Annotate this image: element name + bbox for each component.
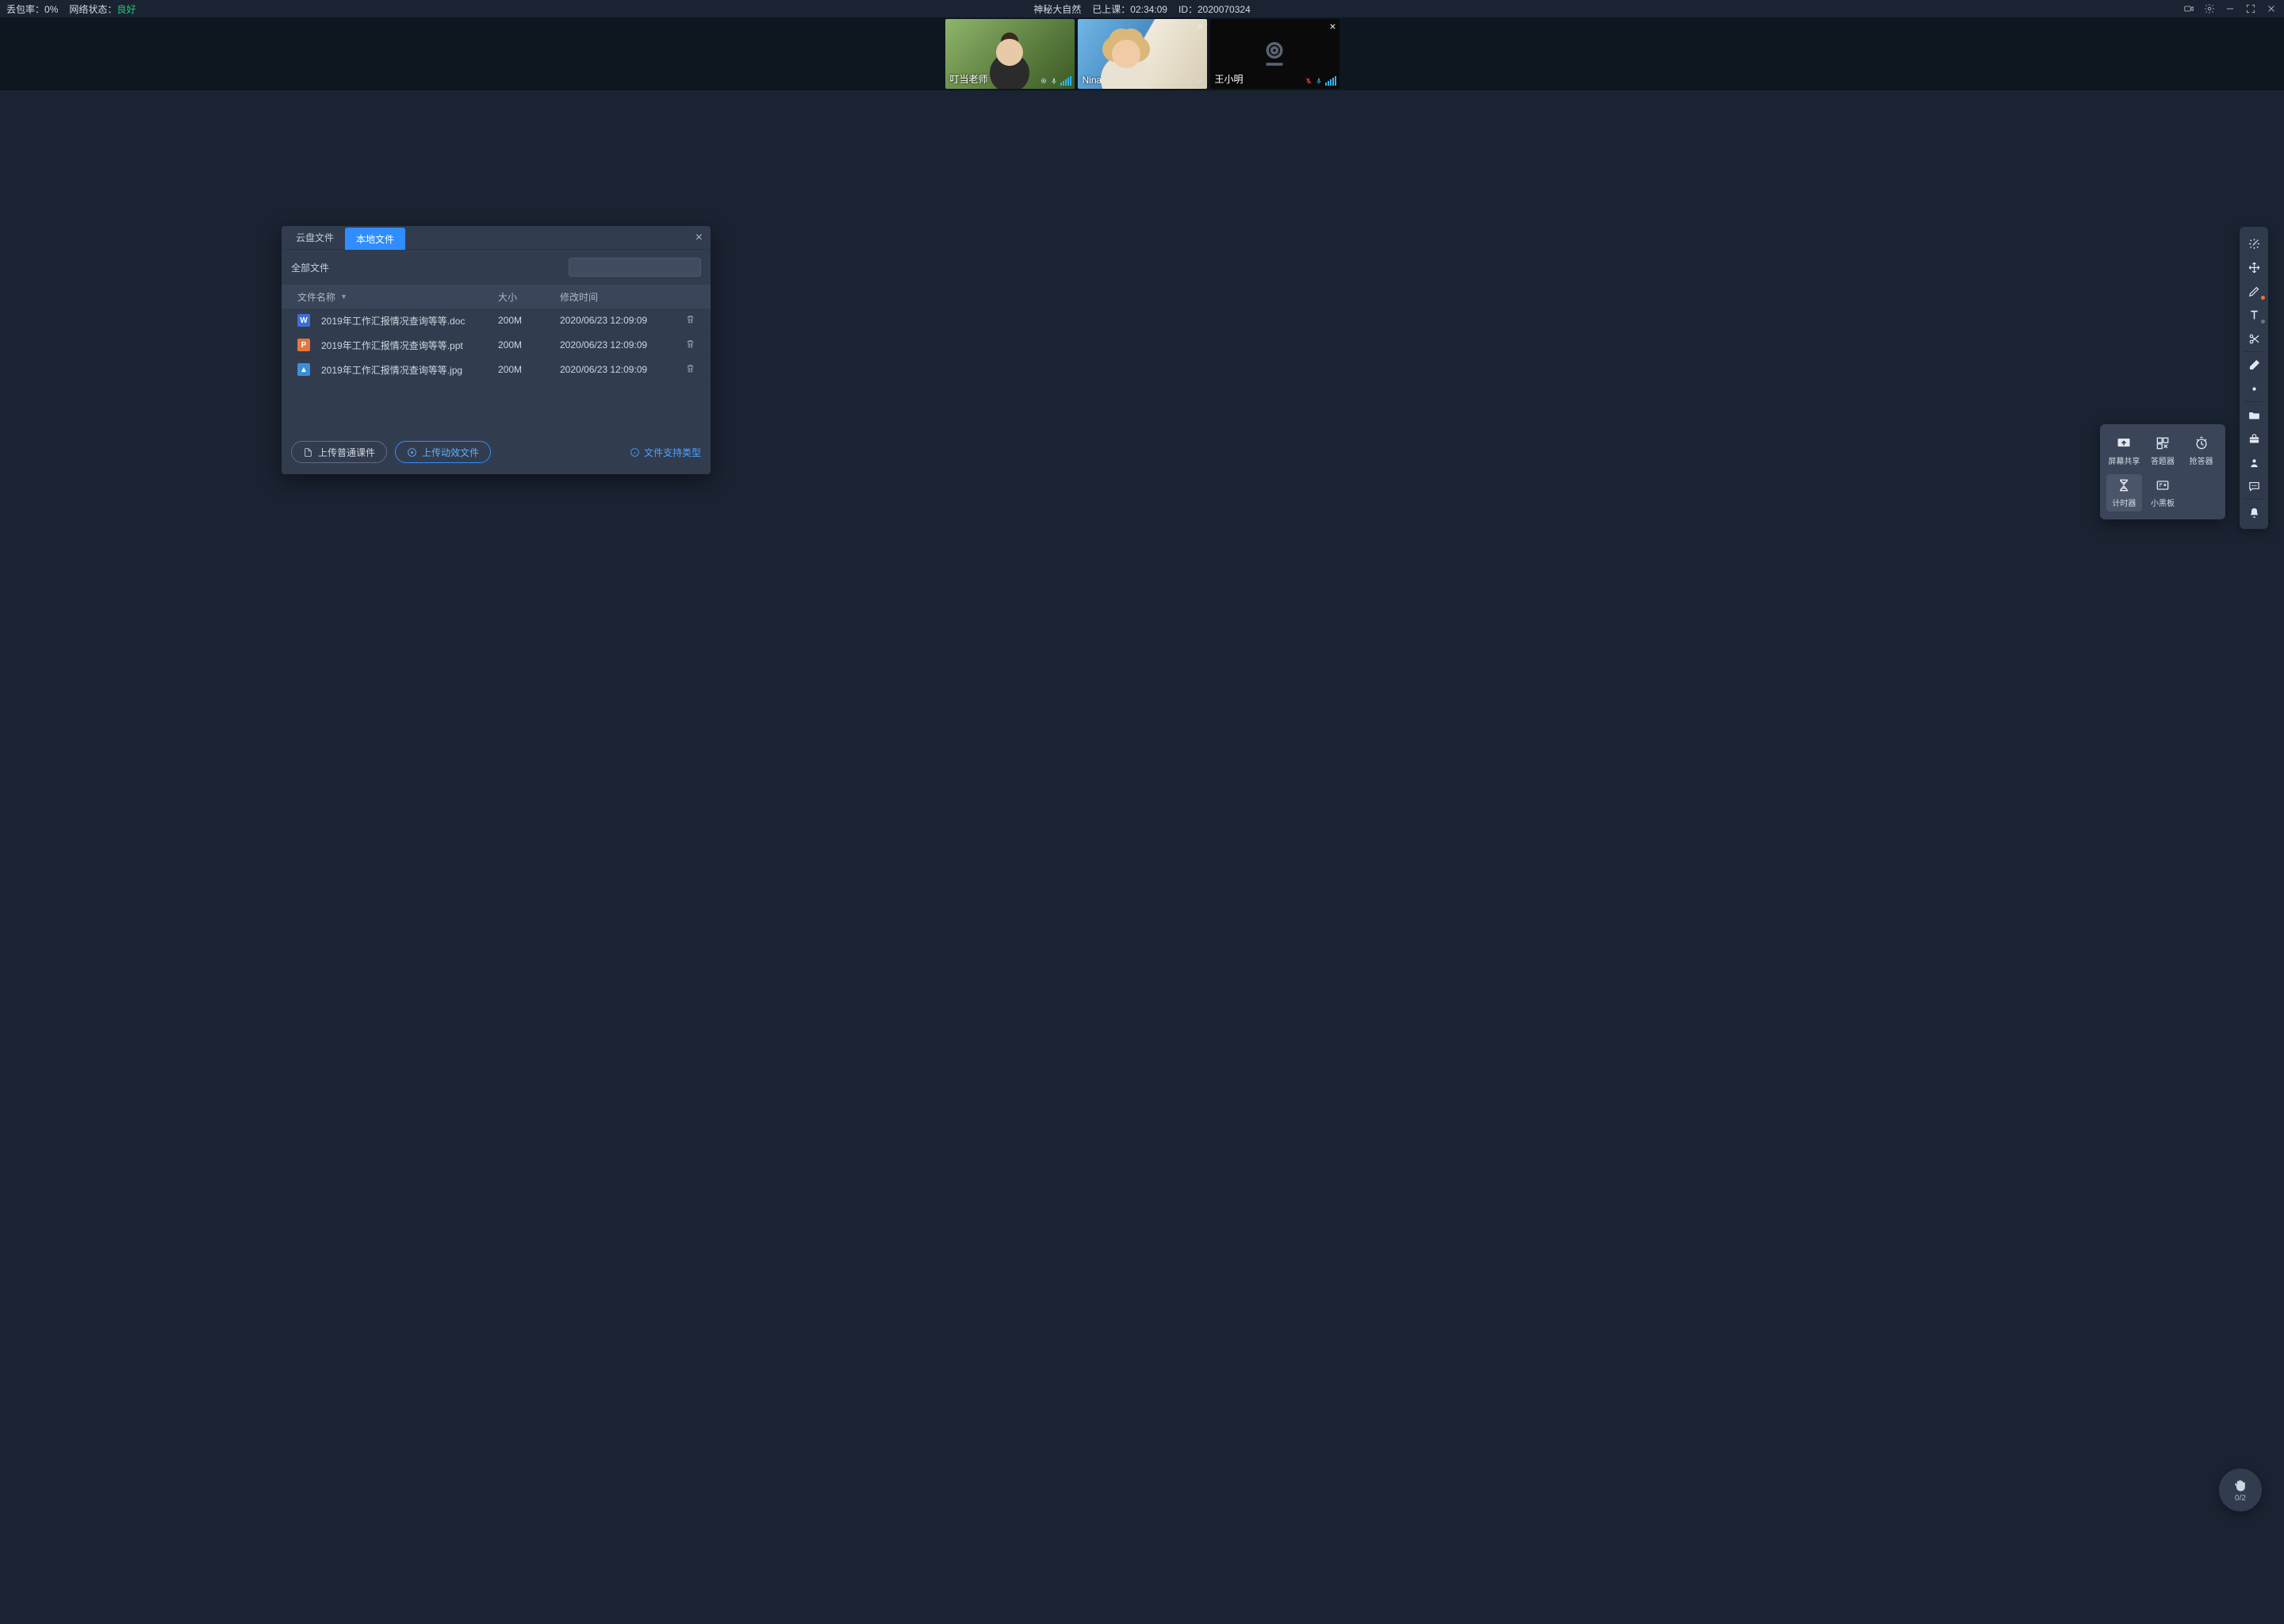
tool-person-icon[interactable] <box>2240 450 2268 474</box>
tile-close-icon[interactable]: × <box>1197 21 1203 32</box>
upload-animated-button[interactable]: 上传动效文件 <box>395 441 491 463</box>
table-row[interactable]: P 2019年工作汇报情况查询等等.ppt 200M2020/06/23 12:09… <box>282 333 711 358</box>
delete-file-icon[interactable] <box>679 314 701 327</box>
class-id: ID：2020070324 <box>1178 2 1251 16</box>
section-all-files: 全部文件 <box>291 261 329 274</box>
file-type-icon: W <box>297 314 310 327</box>
table-row[interactable]: W 2019年工作汇报情况查询等等.doc 200M2020/06/23 12:09… <box>282 308 711 333</box>
file-type-icon: P <box>297 339 310 351</box>
tool-pen-icon[interactable] <box>2240 279 2268 303</box>
delete-file-icon[interactable] <box>679 363 701 376</box>
video-tile-student[interactable]: × Nina <box>1078 19 1207 89</box>
video-strip: 叮当老师 × Nina × 王小明 <box>0 17 2284 90</box>
tool-folder-icon[interactable] <box>2240 403 2268 427</box>
col-modified[interactable]: 修改时间 <box>560 290 679 304</box>
file-size: 200M <box>498 339 560 350</box>
tool-move-icon[interactable] <box>2240 255 2268 279</box>
close-window-icon[interactable] <box>2265 2 2278 15</box>
video-tile-student[interactable]: × 王小明 <box>1210 19 1339 89</box>
table-header: 文件名称 ▼ 大小 修改时间 <box>282 285 711 308</box>
audio-indicator <box>1305 76 1336 86</box>
settings-icon[interactable] <box>2203 2 2216 15</box>
tool-answer[interactable]: 答题器 <box>2145 432 2181 469</box>
sort-caret-icon[interactable]: ▼ <box>340 293 347 301</box>
video-tile-teacher[interactable]: 叮当老师 <box>945 19 1075 89</box>
file-time: 2020/06/23 12:09:09 <box>560 339 679 350</box>
raise-hand-button[interactable]: 0/2 <box>2219 1469 2262 1511</box>
raise-hand-count: 0/2 <box>2235 1494 2246 1503</box>
camera-off-icon <box>1258 36 1291 72</box>
tools-popup: 屏幕共享 答题器 抢答器 计时器 小黑板 <box>2100 424 2225 519</box>
col-filename[interactable]: 文件名称 <box>297 290 335 304</box>
right-toolbar <box>2240 227 2268 529</box>
audio-indicator <box>1186 76 1204 86</box>
fullscreen-icon[interactable] <box>2244 2 2257 15</box>
file-list: W2019年工作汇报情况查询等等.doc200M2020/06/23 12:09… <box>282 308 711 382</box>
supported-types-link[interactable]: 文件支持类型 <box>630 446 701 459</box>
class-title: 神秘大自然 <box>1033 2 1081 16</box>
file-size: 200M <box>498 364 560 375</box>
col-size[interactable]: 大小 <box>498 290 560 304</box>
audio-indicator <box>1040 76 1071 86</box>
table-row[interactable]: ▲ 2019年工作汇报情况查询等等.jpg 200M2020/06/23 12:09… <box>282 358 711 382</box>
tool-chat-icon[interactable] <box>2240 474 2268 498</box>
minimize-icon[interactable] <box>2224 2 2236 15</box>
participant-name: 叮当老师 <box>950 72 988 86</box>
tool-bell-icon[interactable] <box>2240 500 2268 524</box>
tool-scissors-icon[interactable] <box>2240 327 2268 350</box>
file-type-icon: ▲ <box>297 363 310 376</box>
tool-screen-share[interactable]: 屏幕共享 <box>2106 432 2142 469</box>
file-modal: 云盘文件 本地文件 × 全部文件 文件名称 ▼ 大小 修改时间 W 2019年工作… <box>282 226 711 474</box>
tab-cloud-files[interactable]: 云盘文件 <box>285 226 345 249</box>
class-elapsed: 已上课：02:34:09 <box>1092 2 1167 16</box>
file-time: 2020/06/23 12:09:09 <box>560 315 679 326</box>
tile-close-icon[interactable]: × <box>1329 21 1336 32</box>
upload-plain-button[interactable]: 上传普通课件 <box>291 441 387 463</box>
top-bar: 丢包率：0% 网络状态：良好 神秘大自然 已上课：02:34:09 ID：202… <box>0 0 2284 17</box>
search-input[interactable] <box>569 258 701 277</box>
pen-color-dot <box>2261 296 2265 300</box>
participant-name: 王小明 <box>1215 72 1244 86</box>
file-name: 2019年工作汇报情况查询等等.ppt <box>321 339 463 352</box>
file-name: 2019年工作汇报情况查询等等.jpg <box>321 363 462 377</box>
file-name: 2019年工作汇报情况查询等等.doc <box>321 314 465 327</box>
file-size: 200M <box>498 315 560 326</box>
tool-laser-icon[interactable] <box>2240 232 2268 255</box>
camera-switch-icon[interactable] <box>2182 2 2195 15</box>
delete-file-icon[interactable] <box>679 339 701 351</box>
network-status: 网络状态：良好 <box>69 2 136 16</box>
file-time: 2020/06/23 12:09:09 <box>560 364 679 375</box>
tool-text-icon[interactable] <box>2240 303 2268 327</box>
tab-local-files[interactable]: 本地文件 <box>345 228 405 250</box>
tool-rush-answer[interactable]: 抢答器 <box>2183 432 2219 469</box>
tool-timer[interactable]: 计时器 <box>2106 474 2142 511</box>
tool-eraser-icon[interactable] <box>2240 353 2268 377</box>
modal-close-icon[interactable]: × <box>696 231 703 245</box>
tool-toolbox-icon[interactable] <box>2240 427 2268 450</box>
packet-loss: 丢包率：0% <box>6 2 58 16</box>
text-option-dot <box>2261 320 2265 324</box>
participant-name: Nina <box>1083 75 1102 86</box>
tool-blackboard[interactable]: 小黑板 <box>2145 474 2181 511</box>
tool-shape-icon[interactable] <box>2240 377 2268 400</box>
